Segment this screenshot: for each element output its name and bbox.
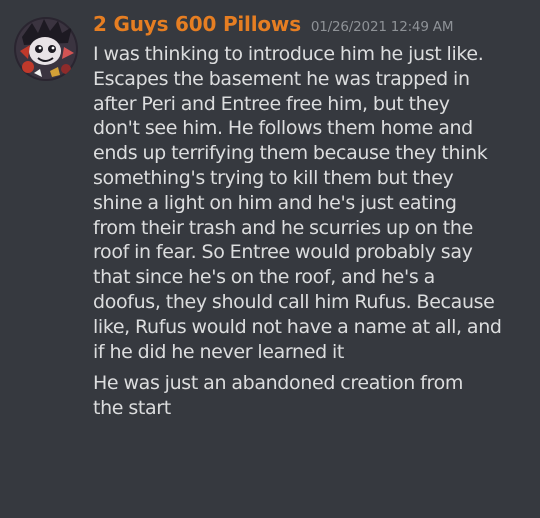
message-line: roof in fear. So Entree would probably s…	[93, 241, 473, 264]
message-line: shine a light on him and he's just eatin…	[93, 191, 457, 214]
message-line: ends up terrifying them because they thi…	[93, 142, 488, 165]
message-line: don't see him. He follows them home and	[93, 117, 473, 140]
message-line: that since he's on the roof, and he's a	[93, 266, 435, 289]
message-paragraph: I was thinking to introduce him he just …	[93, 42, 528, 364]
message-content: I was thinking to introduce him he just …	[93, 42, 528, 421]
message-line: if he did he never learned it	[93, 340, 345, 363]
message-line: like, Rufus would not have a name at all…	[93, 315, 502, 338]
message-paragraph: He was just an abandoned creation from t…	[93, 371, 528, 421]
message-header: 2 Guys 600 Pillows 01/26/2021 12:49 AM	[93, 12, 453, 40]
user-avatar-icon[interactable]	[14, 17, 78, 81]
chat-message: 2 Guys 600 Pillows 01/26/2021 12:49 AM I…	[0, 0, 540, 518]
message-line: something's trying to kill them but they	[93, 166, 454, 189]
message-line: I was thinking to introduce him he just …	[93, 43, 484, 65]
message-line: after Peri and Entree free him, but they	[93, 92, 450, 115]
username[interactable]: 2 Guys 600 Pillows	[93, 12, 301, 36]
message-line: from their trash and he scurries up on t…	[93, 216, 473, 239]
message-line: Escapes the basement he was trapped in	[93, 67, 470, 90]
timestamp[interactable]: 01/26/2021 12:49 AM	[311, 19, 454, 35]
message-line: doofus, they should call him Rufus. Beca…	[93, 290, 495, 313]
message-line: the start	[93, 397, 171, 420]
avatar-image	[14, 17, 78, 81]
message-line: He was just an abandoned creation from	[93, 372, 463, 395]
